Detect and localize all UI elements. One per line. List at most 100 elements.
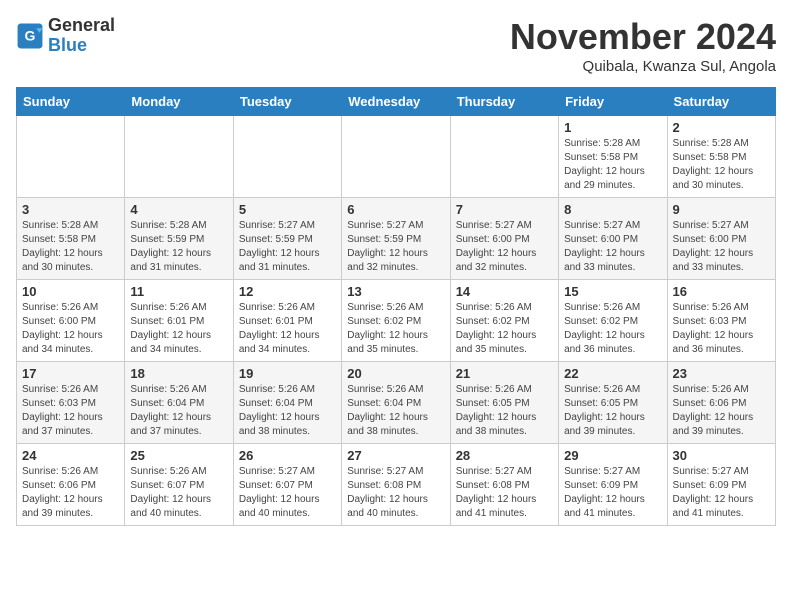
weekday-header: Saturday — [667, 88, 775, 116]
day-info: Sunrise: 5:26 AM Sunset: 6:00 PM Dayligh… — [22, 301, 119, 357]
weekday-header: Friday — [559, 88, 667, 116]
location-subtitle: Quibala, Kwanza Sul, Angola — [510, 58, 776, 75]
day-info: Sunrise: 5:26 AM Sunset: 6:04 PM Dayligh… — [130, 383, 227, 439]
calendar-cell: 2 Sunrise: 5:28 AM Sunset: 5:58 PM Daylig… — [667, 116, 775, 198]
calendar-week-row: 24 Sunrise: 5:26 AM Sunset: 6:06 PM Dayli… — [17, 444, 776, 526]
day-info: Sunrise: 5:27 AM Sunset: 6:07 PM Dayligh… — [239, 465, 336, 521]
calendar-cell: 11 Sunrise: 5:26 AM Sunset: 6:01 PM Dayli… — [125, 280, 233, 362]
calendar-cell: 10 Sunrise: 5:26 AM Sunset: 6:00 PM Dayli… — [17, 280, 125, 362]
calendar-cell: 22 Sunrise: 5:26 AM Sunset: 6:05 PM Dayli… — [559, 362, 667, 444]
day-info: Sunrise: 5:26 AM Sunset: 6:05 PM Dayligh… — [564, 383, 661, 439]
calendar-cell: 21 Sunrise: 5:26 AM Sunset: 6:05 PM Dayli… — [450, 362, 558, 444]
day-number: 10 — [22, 284, 119, 299]
day-number: 11 — [130, 284, 227, 299]
day-number: 3 — [22, 202, 119, 217]
day-number: 23 — [673, 366, 770, 381]
calendar-cell: 13 Sunrise: 5:26 AM Sunset: 6:02 PM Dayli… — [342, 280, 450, 362]
logo-line1: General — [48, 16, 115, 36]
day-info: Sunrise: 5:27 AM Sunset: 6:00 PM Dayligh… — [564, 219, 661, 275]
day-number: 21 — [456, 366, 553, 381]
calendar-cell — [450, 116, 558, 198]
day-info: Sunrise: 5:27 AM Sunset: 6:09 PM Dayligh… — [673, 465, 770, 521]
day-info: Sunrise: 5:28 AM Sunset: 5:58 PM Dayligh… — [673, 137, 770, 193]
calendar-cell: 23 Sunrise: 5:26 AM Sunset: 6:06 PM Dayli… — [667, 362, 775, 444]
day-info: Sunrise: 5:26 AM Sunset: 6:02 PM Dayligh… — [564, 301, 661, 357]
day-number: 16 — [673, 284, 770, 299]
calendar-cell: 6Sunrise: 5:27 AM Sunset: 5:59 PM Daylig… — [342, 198, 450, 280]
logo-text: General Blue — [48, 16, 115, 56]
calendar-cell: 9 Sunrise: 5:27 AM Sunset: 6:00 PM Daylig… — [667, 198, 775, 280]
calendar-cell: 18 Sunrise: 5:26 AM Sunset: 6:04 PM Dayli… — [125, 362, 233, 444]
weekday-header: Sunday — [17, 88, 125, 116]
day-number: 12 — [239, 284, 336, 299]
calendar-cell — [233, 116, 341, 198]
header-row: SundayMondayTuesdayWednesdayThursdayFrid… — [17, 88, 776, 116]
day-info: Sunrise: 5:26 AM Sunset: 6:02 PM Dayligh… — [347, 301, 444, 357]
day-info: Sunrise: 5:26 AM Sunset: 6:04 PM Dayligh… — [347, 383, 444, 439]
calendar-cell: 28 Sunrise: 5:27 AM Sunset: 6:08 PM Dayli… — [450, 444, 558, 526]
day-number: 29 — [564, 448, 661, 463]
day-info: Sunrise: 5:27 AM Sunset: 5:59 PM Dayligh… — [239, 219, 336, 275]
calendar-cell: 8 Sunrise: 5:27 AM Sunset: 6:00 PM Daylig… — [559, 198, 667, 280]
weekday-header: Tuesday — [233, 88, 341, 116]
day-info: Sunrise: 5:26 AM Sunset: 6:06 PM Dayligh… — [673, 383, 770, 439]
calendar-week-row: 10 Sunrise: 5:26 AM Sunset: 6:00 PM Dayli… — [17, 280, 776, 362]
calendar-cell: 26Sunrise: 5:27 AM Sunset: 6:07 PM Dayli… — [233, 444, 341, 526]
day-number: 8 — [564, 202, 661, 217]
calendar-cell: 12 Sunrise: 5:26 AM Sunset: 6:01 PM Dayli… — [233, 280, 341, 362]
weekday-header: Thursday — [450, 88, 558, 116]
calendar-cell — [125, 116, 233, 198]
weekday-header: Wednesday — [342, 88, 450, 116]
day-info: Sunrise: 5:26 AM Sunset: 6:03 PM Dayligh… — [673, 301, 770, 357]
calendar-cell: 16 Sunrise: 5:26 AM Sunset: 6:03 PM Dayli… — [667, 280, 775, 362]
day-info: Sunrise: 5:28 AM Sunset: 5:58 PM Dayligh… — [22, 219, 119, 275]
month-title: November 2024 — [510, 16, 776, 58]
day-info: Sunrise: 5:26 AM Sunset: 6:01 PM Dayligh… — [130, 301, 227, 357]
day-number: 18 — [130, 366, 227, 381]
day-info: Sunrise: 5:27 AM Sunset: 6:09 PM Dayligh… — [564, 465, 661, 521]
day-number: 4 — [130, 202, 227, 217]
calendar-cell: 17 Sunrise: 5:26 AM Sunset: 6:03 PM Dayli… — [17, 362, 125, 444]
logo: G General Blue — [16, 16, 115, 56]
calendar-cell: 19 Sunrise: 5:26 AM Sunset: 6:04 PM Dayli… — [233, 362, 341, 444]
day-number: 5 — [239, 202, 336, 217]
svg-text:G: G — [25, 27, 36, 43]
page-header: G General Blue November 2024 Quibala, Kw… — [16, 16, 776, 75]
day-number: 24 — [22, 448, 119, 463]
calendar-cell: 3 Sunrise: 5:28 AM Sunset: 5:58 PM Daylig… — [17, 198, 125, 280]
day-number: 17 — [22, 366, 119, 381]
calendar-week-row: 3 Sunrise: 5:28 AM Sunset: 5:58 PM Daylig… — [17, 198, 776, 280]
day-number: 9 — [673, 202, 770, 217]
day-info: Sunrise: 5:26 AM Sunset: 6:01 PM Dayligh… — [239, 301, 336, 357]
calendar-cell: 14Sunrise: 5:26 AM Sunset: 6:02 PM Dayli… — [450, 280, 558, 362]
title-area: November 2024 Quibala, Kwanza Sul, Angol… — [510, 16, 776, 75]
calendar-body: 1 Sunrise: 5:28 AM Sunset: 5:58 PM Daylig… — [17, 116, 776, 526]
day-number: 30 — [673, 448, 770, 463]
day-info: Sunrise: 5:26 AM Sunset: 6:05 PM Dayligh… — [456, 383, 553, 439]
day-number: 27 — [347, 448, 444, 463]
day-info: Sunrise: 5:26 AM Sunset: 6:04 PM Dayligh… — [239, 383, 336, 439]
logo-line2: Blue — [48, 36, 115, 56]
day-number: 28 — [456, 448, 553, 463]
weekday-header: Monday — [125, 88, 233, 116]
day-number: 1 — [564, 120, 661, 135]
calendar-cell: 25Sunrise: 5:26 AM Sunset: 6:07 PM Dayli… — [125, 444, 233, 526]
day-number: 20 — [347, 366, 444, 381]
calendar-cell — [17, 116, 125, 198]
calendar-week-row: 17 Sunrise: 5:26 AM Sunset: 6:03 PM Dayli… — [17, 362, 776, 444]
calendar-cell: 24 Sunrise: 5:26 AM Sunset: 6:06 PM Dayli… — [17, 444, 125, 526]
day-info: Sunrise: 5:26 AM Sunset: 6:02 PM Dayligh… — [456, 301, 553, 357]
day-number: 6 — [347, 202, 444, 217]
day-info: Sunrise: 5:28 AM Sunset: 5:58 PM Dayligh… — [564, 137, 661, 193]
day-number: 2 — [673, 120, 770, 135]
day-number: 13 — [347, 284, 444, 299]
day-info: Sunrise: 5:26 AM Sunset: 6:06 PM Dayligh… — [22, 465, 119, 521]
calendar-cell: 15 Sunrise: 5:26 AM Sunset: 6:02 PM Dayli… — [559, 280, 667, 362]
day-info: Sunrise: 5:27 AM Sunset: 6:00 PM Dayligh… — [673, 219, 770, 275]
day-number: 19 — [239, 366, 336, 381]
day-info: Sunrise: 5:26 AM Sunset: 6:03 PM Dayligh… — [22, 383, 119, 439]
day-info: Sunrise: 5:27 AM Sunset: 6:08 PM Dayligh… — [456, 465, 553, 521]
day-number: 15 — [564, 284, 661, 299]
day-number: 22 — [564, 366, 661, 381]
day-info: Sunrise: 5:28 AM Sunset: 5:59 PM Dayligh… — [130, 219, 227, 275]
